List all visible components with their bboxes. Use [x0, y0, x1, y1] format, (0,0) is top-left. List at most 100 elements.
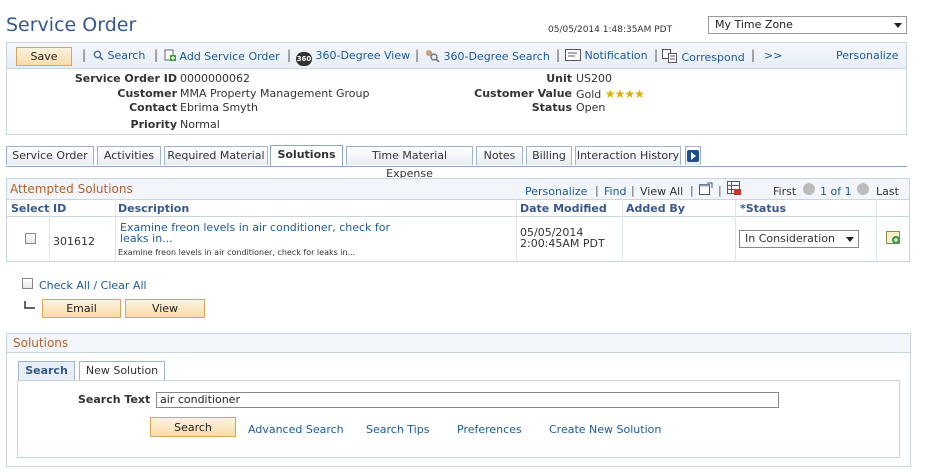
- status-value: Open: [576, 101, 606, 114]
- grid-find-link[interactable]: Find: [604, 185, 627, 198]
- timezone-select[interactable]: My Time Zone: [708, 16, 907, 34]
- save-button[interactable]: Save: [16, 47, 72, 66]
- tab-activities[interactable]: Activities: [97, 146, 161, 165]
- service-order-header: Service Order ID 0000000062 Customer MMA…: [6, 69, 907, 135]
- unit-value: US200: [576, 72, 613, 85]
- notification-label: Notification: [584, 49, 648, 62]
- customer-value-text: Gold: [576, 88, 602, 101]
- notification-icon: [565, 49, 581, 61]
- page-tabs: Service Order Activities Required Materi…: [6, 145, 907, 180]
- check-all-link[interactable]: Check All / Clear All: [39, 279, 147, 292]
- previous-page-icon[interactable]: [803, 183, 815, 195]
- solutions-header: Solutions: [7, 334, 910, 353]
- status-label: Status: [531, 101, 572, 114]
- toolbar-separator: |: [654, 48, 659, 62]
- grid-personalize-link[interactable]: Personalize: [525, 185, 587, 198]
- contact-label: Contact: [129, 101, 177, 114]
- add-service-order-link[interactable]: Add Service Order: [164, 49, 280, 63]
- correspond-icon: [662, 49, 677, 63]
- search-button[interactable]: Search: [150, 417, 236, 437]
- row-status-select[interactable]: In Consideration: [739, 230, 859, 248]
- solutions-panel: Solutions Search New Solution Search Tex…: [6, 333, 911, 467]
- toolbar-separator: |: [287, 48, 292, 62]
- service-order-id-label: Service Order ID: [74, 72, 177, 85]
- tab-billing[interactable]: Billing: [526, 146, 572, 165]
- create-new-solution-link[interactable]: Create New Solution: [549, 423, 661, 436]
- toolbar-separator: |: [82, 48, 87, 62]
- grid-divider: [7, 199, 909, 200]
- priority-value: Normal: [180, 118, 220, 131]
- row-select-checkbox[interactable]: [25, 233, 36, 244]
- subtab-search[interactable]: Search: [18, 361, 75, 380]
- row-status-value: In Consideration: [745, 232, 835, 245]
- tab-required-material[interactable]: Required Material: [164, 146, 268, 165]
- download-spreadsheet-icon[interactable]: [727, 181, 741, 195]
- notification-link[interactable]: Notification: [565, 49, 648, 62]
- correspond-link[interactable]: Correspond: [662, 49, 745, 64]
- subtab-new-solution[interactable]: New Solution: [79, 361, 165, 380]
- people-search-icon: [426, 50, 440, 63]
- more-actions-link[interactable]: >>: [764, 49, 782, 62]
- row-description-link[interactable]: Examine freon levels in air conditioner,…: [120, 222, 390, 244]
- column-id: ID: [53, 202, 67, 215]
- grid-separator: |: [718, 184, 722, 197]
- add-comment-icon[interactable]: [886, 231, 902, 246]
- search-tips-link[interactable]: Search Tips: [366, 423, 429, 436]
- row-time: 2:00:45AM PDT: [520, 237, 605, 250]
- attempted-solutions-title: Attempted Solutions: [10, 182, 133, 196]
- grid-separator: |: [595, 184, 599, 197]
- advanced-search-link[interactable]: Advanced Search: [248, 423, 344, 436]
- row-description-line2: leaks in...: [120, 232, 173, 245]
- row-description-detail: Examine freon levels in air conditioner,…: [118, 248, 356, 257]
- current-datetime: 05/05/2014 1:48:35AM PDT: [548, 25, 673, 35]
- column-date-modified: Date Modified: [520, 202, 607, 215]
- priority-label: Priority: [130, 118, 177, 131]
- toolbar-separator: |: [415, 48, 420, 62]
- column-added-by: Added By: [626, 202, 685, 215]
- check-all-checkbox[interactable]: [22, 278, 33, 289]
- column-divider: [115, 199, 116, 261]
- tab-scroll-right[interactable]: [685, 146, 701, 165]
- column-divider: [622, 199, 623, 261]
- personalize-toolbar-link[interactable]: Personalize: [836, 49, 898, 62]
- toolbar-search[interactable]: Search: [93, 49, 145, 62]
- unit-label: Unit: [546, 72, 572, 85]
- chevron-right-icon: [687, 150, 699, 162]
- grid-separator: |: [690, 184, 694, 197]
- view-all-link[interactable]: View All: [640, 185, 683, 198]
- row-id: 301612: [53, 235, 95, 248]
- tab-time-material-expense[interactable]: Time Material Expense: [346, 146, 473, 180]
- chevron-down-icon: [894, 23, 902, 28]
- column-status: *Status: [740, 202, 786, 215]
- toolbar-separator: |: [556, 48, 561, 62]
- tab-notes[interactable]: Notes: [476, 146, 523, 165]
- first-page-link[interactable]: First: [773, 185, 796, 198]
- tab-solutions[interactable]: Solutions: [270, 145, 343, 166]
- new-window-icon[interactable]: [699, 182, 713, 195]
- email-button[interactable]: Email: [42, 299, 121, 318]
- view-button[interactable]: View: [125, 299, 205, 318]
- search-text-input[interactable]: air conditioner: [156, 392, 779, 408]
- 360-degree-search-link[interactable]: 360-Degree Search: [424, 49, 550, 63]
- tab-service-order[interactable]: Service Order: [6, 146, 94, 165]
- tab-interaction-history[interactable]: Interaction History: [575, 146, 681, 165]
- contact-link[interactable]: Ebrima Smyth: [180, 101, 258, 114]
- timezone-value: My Time Zone: [715, 18, 793, 31]
- solutions-subtabs: Search New Solution: [17, 360, 900, 381]
- last-page-link[interactable]: Last: [876, 185, 899, 198]
- next-page-icon[interactable]: [857, 183, 869, 195]
- solutions-title: Solutions: [13, 336, 69, 350]
- customer-link[interactable]: MMA Property Management Group: [180, 87, 370, 100]
- column-divider: [516, 199, 517, 261]
- column-description: Description: [118, 202, 190, 215]
- column-divider: [876, 199, 877, 261]
- add-service-order-label: Add Service Order: [179, 50, 280, 63]
- 360-degree-view-link[interactable]: 360 360-Degree View: [296, 49, 410, 66]
- grid-separator: |: [631, 184, 635, 197]
- 360-degree-view-label: 360-Degree View: [315, 49, 411, 62]
- search-panel: Search Text air conditioner Search Advan…: [17, 380, 900, 458]
- preferences-link[interactable]: Preferences: [457, 423, 522, 436]
- search-text-label: Search Text: [78, 393, 151, 406]
- tree-branch-icon: [24, 301, 35, 309]
- column-select: Select: [11, 202, 50, 215]
